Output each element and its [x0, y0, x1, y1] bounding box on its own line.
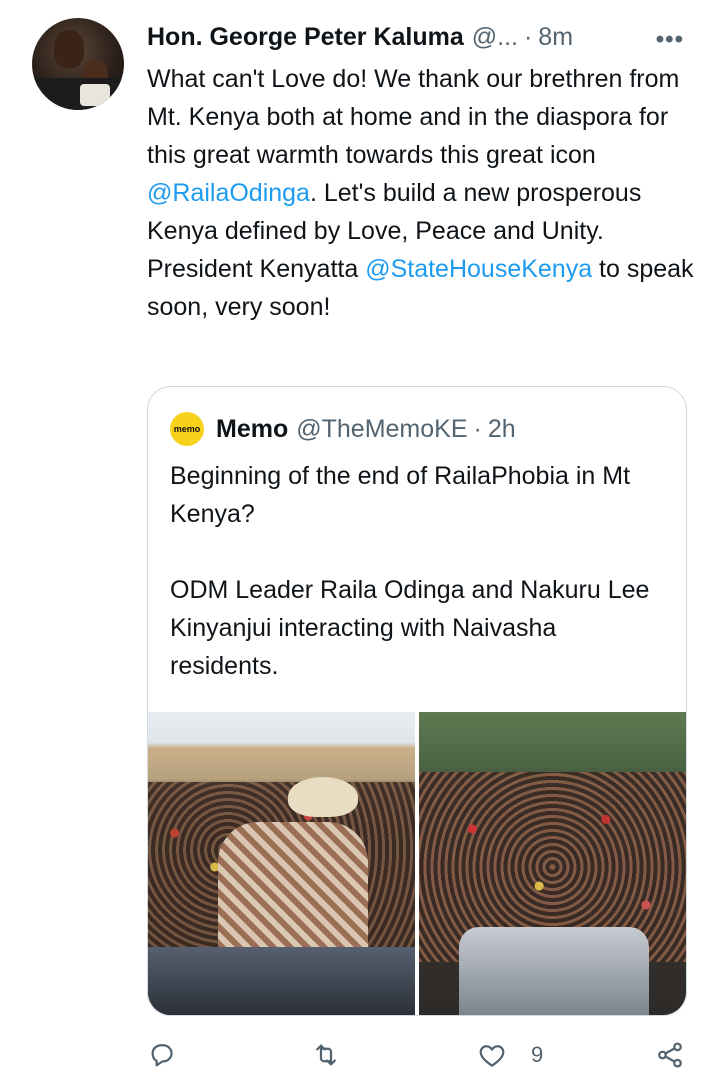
mention-state-house-kenya[interactable]: @StateHouseKenya [365, 255, 592, 283]
author-avatar[interactable] [32, 18, 124, 110]
tweet-time[interactable]: 8m [538, 23, 573, 52]
author-handle[interactable]: @... [472, 23, 518, 52]
photo-1-car [148, 947, 415, 1015]
share-button[interactable] [655, 1040, 685, 1070]
tweet-header: Hon. George Peter Kaluma @... · 8m ••• [147, 20, 692, 54]
quote-text: Beginning of the end of RailaPhobia in M… [170, 457, 670, 685]
like-icon [479, 1045, 505, 1067]
more-icon[interactable]: ••• [656, 26, 684, 54]
memo-logo-avatar[interactable]: memo [170, 412, 204, 446]
quote-author-handle[interactable]: @TheMemoKE [296, 415, 467, 444]
like-button[interactable]: 9 [477, 1040, 543, 1070]
tweet-paragraph-1: What can't Love do! We thank our brethre… [147, 60, 697, 250]
share-icon [658, 1042, 682, 1068]
tweet-text-a: What can't Love do! We thank our brethre… [147, 65, 680, 169]
retweet-button[interactable] [311, 1040, 341, 1070]
photo-1-hat [288, 777, 358, 817]
tweet-text: What can't Love do! We thank our brethre… [147, 60, 697, 326]
quote-photos [148, 712, 686, 1015]
author-name[interactable]: Hon. George Peter Kaluma [147, 23, 464, 52]
quote-author-name[interactable]: Memo [216, 415, 288, 444]
avatar-face-1 [54, 30, 84, 68]
reply-icon [151, 1044, 173, 1067]
tweet-paragraph-2: President Kenyatta @StateHouseKenya to s… [147, 250, 697, 326]
tweet-actions: 9 [147, 1040, 692, 1072]
retweet-icon [316, 1044, 336, 1066]
mention-raila-odinga[interactable]: @RailaOdinga [147, 179, 310, 207]
reply-button[interactable] [147, 1040, 177, 1070]
avatar-collar [80, 84, 110, 106]
tweet-text-c: President Kenyatta [147, 255, 366, 283]
quote-paragraph-2: ODM Leader Raila Odinga and Nakuru Lee K… [170, 576, 650, 680]
avatar-shirt [32, 78, 124, 110]
photo-2-car [459, 927, 649, 1015]
like-count: 9 [531, 1042, 544, 1067]
quote-separator: · [473, 414, 482, 443]
header-separator: · [523, 22, 533, 51]
memo-logo-text: memo [173, 424, 201, 434]
quoted-tweet[interactable]: memo Memo @TheMemoKE · 2h Beginning of t… [147, 386, 687, 1016]
crowd-photo-1[interactable] [148, 712, 415, 1015]
crowd-photo-2[interactable] [419, 712, 686, 1015]
quote-time[interactable]: 2h [488, 415, 516, 444]
quote-paragraph-1: Beginning of the end of RailaPhobia in M… [170, 462, 631, 528]
quote-header: memo Memo @TheMemoKE · 2h [170, 411, 516, 447]
